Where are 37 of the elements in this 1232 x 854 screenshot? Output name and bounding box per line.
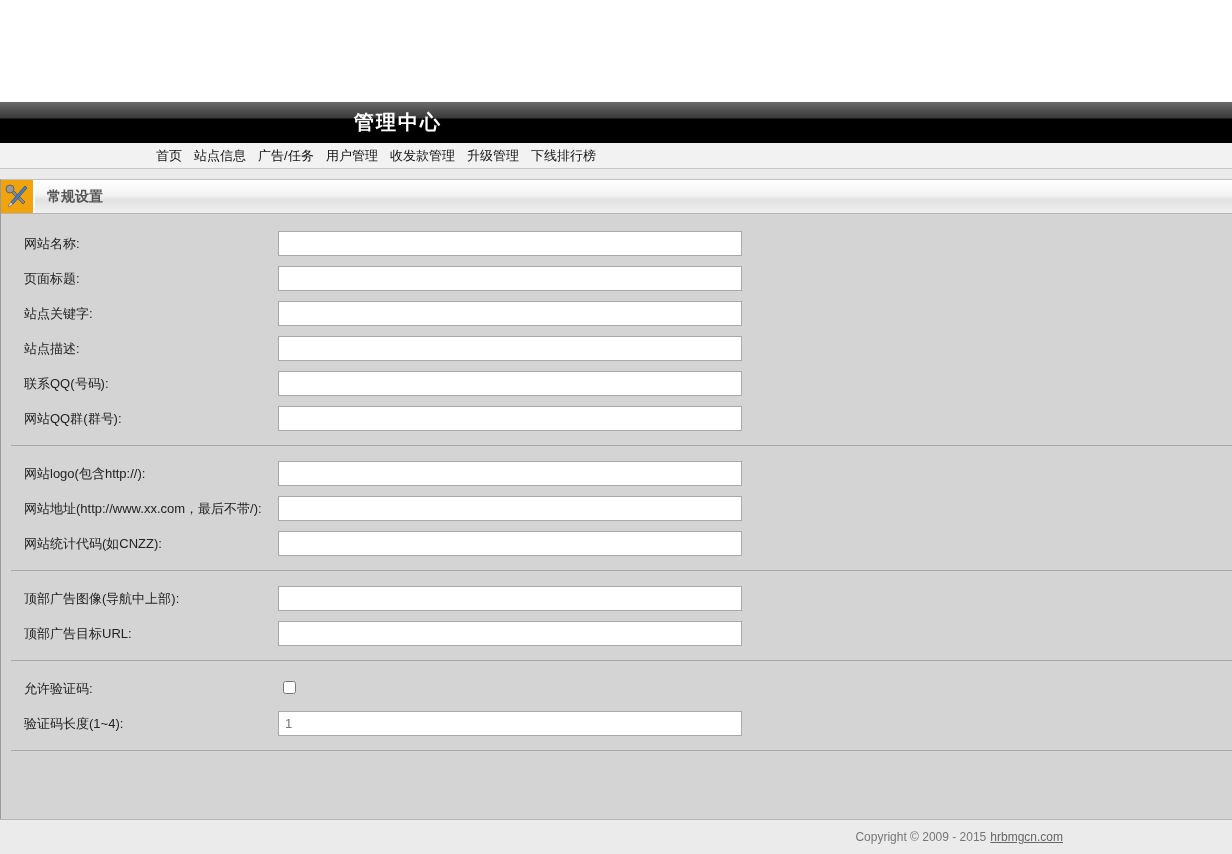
site-link[interactable]: hrbmgcn.com xyxy=(990,830,1063,844)
input-field[interactable] xyxy=(278,621,742,646)
nav-link[interactable]: 站点信息 xyxy=(194,147,246,164)
field-label: 网站logo(包含http://): xyxy=(24,465,146,481)
field-label: 顶部广告图像(导航中上部): xyxy=(24,590,180,606)
input-field[interactable] xyxy=(278,231,742,256)
header-title: 管理中心 xyxy=(354,111,442,134)
nav-link[interactable]: 升级管理 xyxy=(466,147,519,164)
input-field[interactable] xyxy=(278,371,742,396)
field-label: 顶部广告目标URL: xyxy=(24,625,132,641)
panel-title: 常规设置 xyxy=(47,187,103,206)
input-field[interactable] xyxy=(278,336,742,361)
input-field[interactable] xyxy=(278,461,742,486)
input-field[interactable] xyxy=(278,586,742,611)
field-label: 联系QQ(号码): xyxy=(24,375,109,391)
field-label: 允许验证码: xyxy=(24,680,93,696)
copyright-text: Copyright © 2009 - 2015 xyxy=(855,830,987,844)
field-label: 网站QQ群(群号): xyxy=(24,410,122,426)
input-field[interactable] xyxy=(278,301,742,326)
nav-link[interactable]: 用户管理 xyxy=(325,147,378,164)
nav-link[interactable]: 收发款管理 xyxy=(389,147,455,164)
field-label: 网站名称: xyxy=(24,235,80,251)
checkbox[interactable] xyxy=(283,680,296,694)
input-field[interactable] xyxy=(278,531,742,556)
input-field[interactable] xyxy=(278,406,742,431)
field-label: 网站地址(http://www.xx.com，最后不带/): xyxy=(24,500,262,516)
nav-link[interactable]: 首页 xyxy=(156,147,182,164)
nav-link[interactable]: 下线排行榜 xyxy=(530,147,596,164)
input-field[interactable] xyxy=(278,266,742,291)
nav-link[interactable]: 广告/任务 xyxy=(258,147,314,164)
input-field[interactable]: 1 xyxy=(278,711,742,736)
field-label: 页面标题: xyxy=(24,270,80,286)
field-label: 验证码长度(1~4): xyxy=(24,715,124,731)
input-field[interactable] xyxy=(278,496,742,521)
field-label: 网站统计代码(如CNZZ): xyxy=(24,535,162,551)
field-label: 站点描述: xyxy=(24,340,80,356)
field-label: 站点关键字: xyxy=(24,305,93,321)
